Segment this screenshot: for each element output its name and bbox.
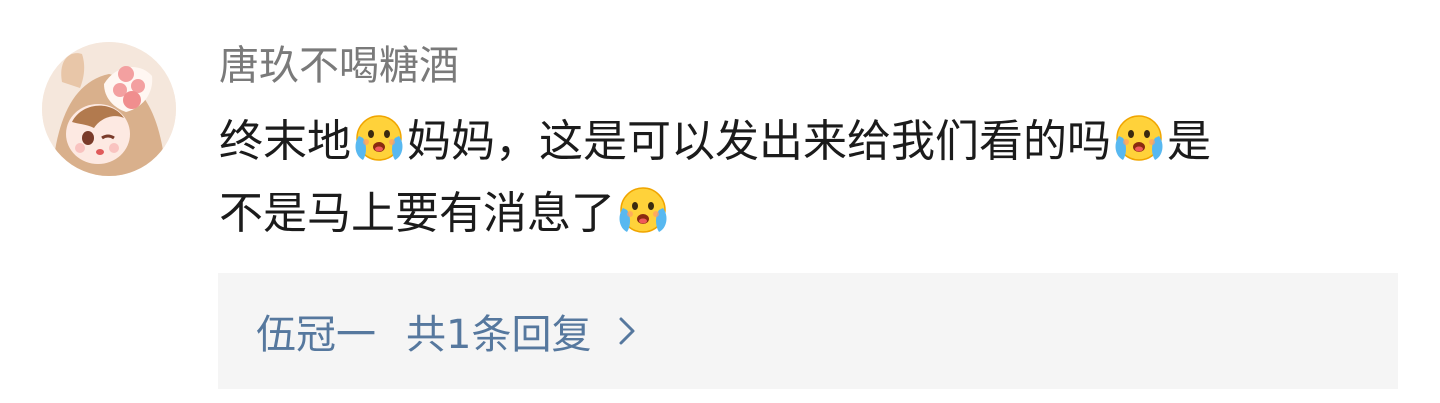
avatar[interactable]	[42, 42, 176, 176]
comment-line-2: 不是马上要有消息了	[219, 178, 1399, 250]
comment-text: 终末地 妈妈，这是可以发出来给我们看的吗 是 不是马上要有消息了	[219, 106, 1399, 250]
chevron-right-icon	[619, 317, 635, 345]
reply-username[interactable]: 伍冠一	[256, 302, 376, 360]
crying-laughing-emoji-icon	[1115, 115, 1163, 161]
comment-text-segment: 妈妈，这是可以发出来给我们看的吗	[407, 116, 1111, 167]
crying-laughing-emoji-icon	[355, 115, 403, 161]
comment-text-segment: 终末地	[219, 116, 351, 167]
comment-text-segment: 不是马上要有消息了	[219, 188, 615, 239]
comment-item: 唐玖不喝糖酒 终末地 妈妈，这是可以发出来给我们看的吗 是 不是马上要有消息了 …	[0, 0, 1440, 403]
avatar-image	[42, 42, 176, 176]
comment-line-1: 终末地 妈妈，这是可以发出来给我们看的吗 是	[219, 106, 1399, 178]
comment-text-segment: 是	[1167, 116, 1211, 167]
crying-laughing-emoji-icon	[619, 187, 667, 233]
reply-count-link[interactable]: 共1条回复	[406, 302, 591, 360]
username[interactable]: 唐玖不喝糖酒	[219, 40, 459, 92]
replies-preview[interactable]: 伍冠一 共1条回复	[218, 273, 1398, 389]
